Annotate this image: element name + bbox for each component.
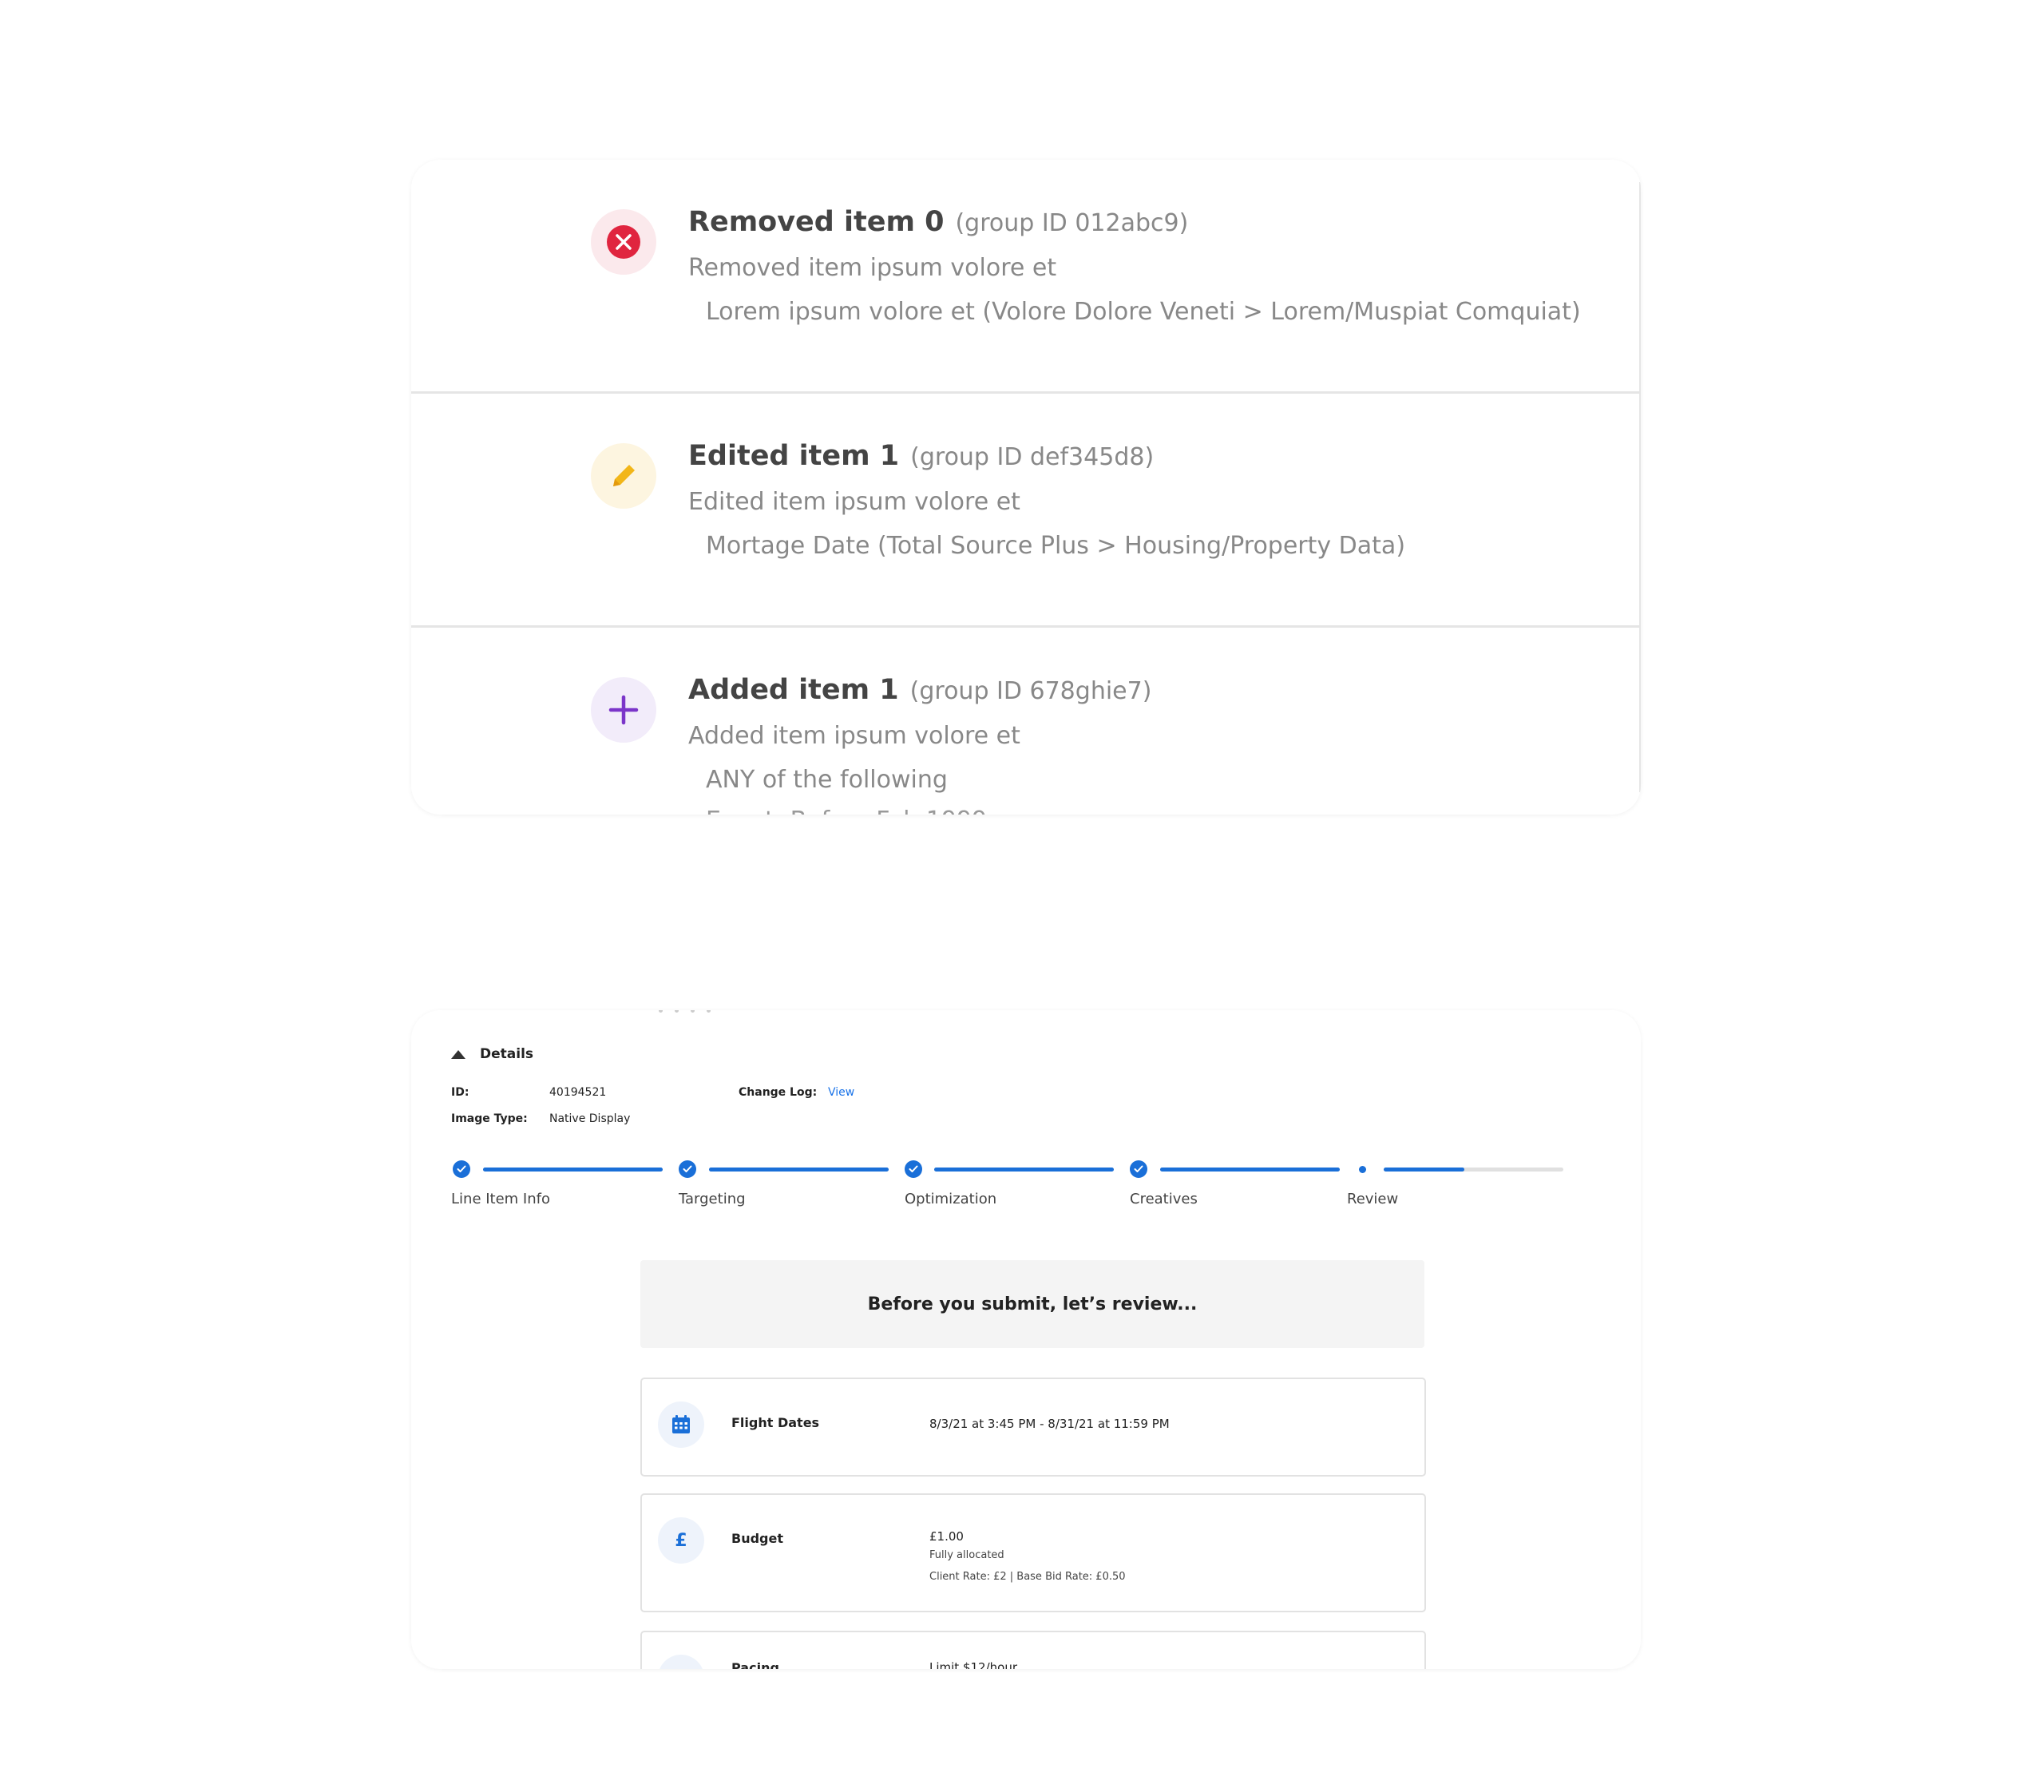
- change-detail: ANY of the following: [706, 766, 948, 794]
- step-connector: [934, 1168, 1114, 1172]
- change-detail: Lorem ipsum volore et (Volore Dolore Ven…: [706, 298, 1581, 326]
- step-complete-check-icon[interactable]: [1130, 1160, 1147, 1178]
- details-toggle[interactable]: Details: [451, 1046, 533, 1062]
- change-description: Edited item ipsum volore et: [688, 488, 1020, 516]
- step-label-review[interactable]: Review: [1347, 1191, 1398, 1207]
- drag-dots: [659, 1010, 711, 1013]
- change-group-id: (group ID def345d8): [910, 443, 1155, 471]
- step-complete-check-icon[interactable]: [679, 1160, 696, 1178]
- step-label-targeting[interactable]: Targeting: [679, 1191, 746, 1207]
- card-value: 8/3/21 at 3:45 PM - 8/31/21 at 11:59 PM: [929, 1417, 1170, 1431]
- step-label-optimization[interactable]: Optimization: [905, 1191, 996, 1207]
- step-connector: [483, 1168, 663, 1172]
- id-label: ID:: [451, 1086, 469, 1099]
- pulse-icon: [658, 1655, 704, 1669]
- close-circle-icon: [591, 209, 656, 275]
- card-label: Flight Dates: [731, 1415, 820, 1430]
- review-panel: Details ID: 40194521 Image Type: Native …: [411, 1010, 1641, 1669]
- change-title: Added item 1: [688, 674, 899, 706]
- caret-up-icon: [451, 1049, 465, 1059]
- change-log-panel: Removed item 0 (group ID 012abc9) Removed…: [411, 160, 1641, 815]
- image-type-label: Image Type:: [451, 1112, 528, 1125]
- step-label-line-item-info[interactable]: Line Item Info: [451, 1191, 550, 1207]
- step-complete-check-icon[interactable]: [453, 1160, 470, 1178]
- card-sub-allocation: Fully allocated: [929, 1549, 1004, 1561]
- change-detail-truncated: Event: Before Feb 1999: [706, 807, 1606, 815]
- step-connector-fill: [934, 1168, 1114, 1172]
- step-connector-fill: [709, 1168, 889, 1172]
- image-type-value: Native Display: [549, 1112, 631, 1125]
- card-value: £1.00: [929, 1529, 964, 1544]
- step-label-creatives[interactable]: Creatives: [1130, 1191, 1198, 1207]
- plus-icon: [591, 677, 656, 743]
- step-complete-check-icon[interactable]: [905, 1160, 922, 1178]
- change-log-view-link[interactable]: View: [828, 1086, 854, 1099]
- card-label: Pacing: [731, 1660, 779, 1669]
- review-banner: Before you submit, let’s review...: [640, 1260, 1424, 1348]
- calendar-icon: [658, 1401, 704, 1448]
- change-item-added: Added item 1 (group ID 678ghie7) Added it…: [411, 628, 1641, 815]
- step-connector-fill: [1160, 1168, 1340, 1172]
- step-connector-fill: [1384, 1168, 1465, 1172]
- change-log-label: Change Log:: [739, 1086, 818, 1099]
- step-connector: [709, 1168, 889, 1172]
- review-card-flight-dates: Flight Dates 8/3/21 at 3:45 PM - 8/31/21…: [640, 1378, 1426, 1477]
- review-card-pacing: Pacing Limit $12/hour: [640, 1631, 1426, 1669]
- id-value: 40194521: [549, 1086, 607, 1099]
- card-value: Limit $12/hour: [929, 1660, 1017, 1669]
- pound-icon: £: [658, 1517, 704, 1564]
- change-item-edited: Edited item 1 (group ID def345d8) Edited …: [411, 394, 1641, 628]
- change-description: Added item ipsum volore et: [688, 722, 1020, 750]
- progress-stepper: Line Item Info Targeting Optimization Cr…: [451, 1154, 1593, 1218]
- step-connector-fill: [483, 1168, 663, 1172]
- change-detail: Mortage Date (Total Source Plus > Housin…: [706, 532, 1406, 560]
- change-title: Edited item 1: [688, 440, 900, 472]
- change-description: Removed item ipsum volore et: [688, 254, 1057, 282]
- step-current-dot-icon[interactable]: [1353, 1160, 1371, 1178]
- change-group-id: (group ID 012abc9): [955, 209, 1189, 237]
- change-item-removed: Removed item 0 (group ID 012abc9) Removed…: [411, 160, 1641, 394]
- card-label: Budget: [731, 1531, 783, 1546]
- review-card-budget: £ Budget £1.00 Fully allocated Client Ra…: [640, 1493, 1426, 1612]
- step-connector: [1160, 1168, 1340, 1172]
- details-label: Details: [480, 1046, 534, 1062]
- pencil-icon: [591, 443, 656, 509]
- card-sub-rates: Client Rate: £2 | Base Bid Rate: £0.50: [929, 1571, 1126, 1583]
- change-group-id: (group ID 678ghie7): [909, 677, 1152, 705]
- change-title: Removed item 0: [688, 206, 945, 238]
- step-connector-final: [1384, 1168, 1563, 1172]
